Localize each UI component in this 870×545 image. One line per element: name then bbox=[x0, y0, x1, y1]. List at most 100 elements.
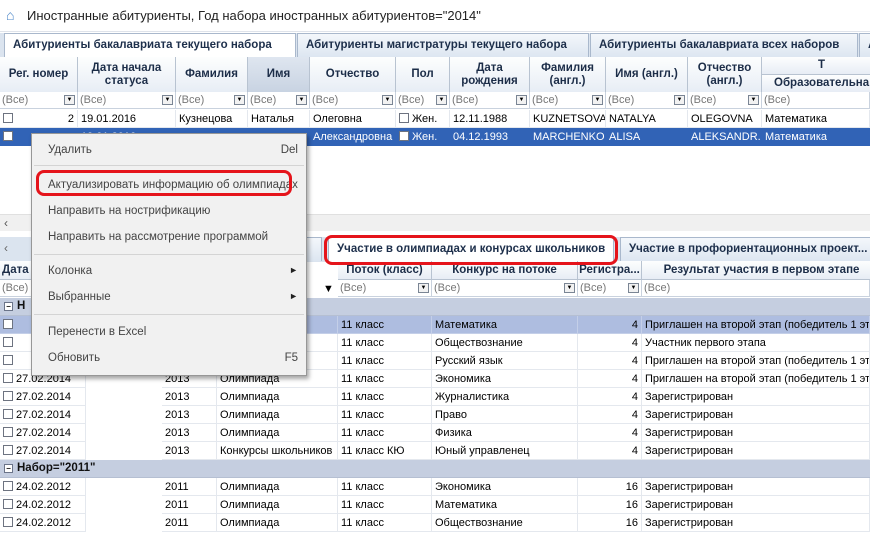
table-row[interactable]: 27.02.2014 2013 Олимпиада 11 класс Физика 4 За… bbox=[0, 424, 870, 442]
col-header-result[interactable]: Результат участия в первом этапе bbox=[642, 261, 870, 280]
col-header-group-top[interactable]: Т bbox=[762, 57, 870, 75]
table-row[interactable]: 2 19.01.2016 Кузнецова Наталья Олеговна … bbox=[0, 110, 870, 128]
col-header-education[interactable]: Образовательна bbox=[762, 75, 870, 93]
row-checkbox[interactable] bbox=[3, 427, 13, 437]
tab-more[interactable]: А bbox=[859, 33, 870, 57]
sex-checkbox[interactable] bbox=[399, 131, 409, 141]
cell-text: Приглашен на второй этап (победитель 1 э… bbox=[645, 355, 870, 367]
row-checkbox[interactable] bbox=[3, 373, 13, 383]
header-label: Отчество bbox=[325, 68, 380, 80]
filter-dropdown-icon[interactable]: ▼ bbox=[674, 95, 685, 105]
last-name-en-cell: KUZNETSOVA bbox=[530, 110, 606, 128]
filter-dropdown-icon[interactable]: ▼ bbox=[323, 283, 334, 295]
filter-cell[interactable]: (Все) bbox=[762, 92, 870, 109]
filter-cell[interactable]: (Все) ▼ bbox=[176, 92, 248, 109]
collapse-icon[interactable]: − bbox=[4, 464, 13, 473]
tab-scroll-left-icon[interactable]: ‹ bbox=[4, 241, 8, 255]
filter-dropdown-icon[interactable]: ▼ bbox=[418, 283, 429, 293]
filter-cell[interactable]: (Все) ▼ bbox=[450, 92, 530, 109]
menu-item-delete[interactable]: Удалить Del bbox=[32, 138, 306, 162]
col-header-first-name[interactable]: Имя bbox=[248, 57, 310, 93]
row-checkbox[interactable] bbox=[3, 319, 13, 329]
cell-text: 11 класс bbox=[341, 373, 384, 385]
filter-cell[interactable]: (Все) ▼ bbox=[78, 92, 176, 109]
filter-dropdown-icon[interactable]: ▼ bbox=[628, 283, 639, 293]
row-checkbox[interactable] bbox=[3, 481, 13, 491]
filter-cell[interactable]: (Все) ▼ bbox=[396, 92, 450, 109]
row-checkbox[interactable] bbox=[3, 445, 13, 455]
group-row[interactable]: − Набор="2011" bbox=[0, 460, 870, 478]
filter-cell[interactable]: (Все) bbox=[642, 280, 870, 297]
table-row[interactable]: 27.02.2014 2013 Олимпиада 11 класс Журналист… bbox=[0, 388, 870, 406]
row-checkbox[interactable] bbox=[3, 337, 13, 347]
filter-dropdown-icon[interactable]: ▼ bbox=[64, 95, 75, 105]
col-header-middle-name-en[interactable]: Отчество (англ.) bbox=[688, 57, 762, 93]
tab-bachelor-all[interactable]: Абитуриенты бакалавриата всех наборов bbox=[590, 33, 858, 57]
menu-item-column[interactable]: Колонка ► bbox=[32, 259, 306, 283]
filter-dropdown-icon[interactable]: ▼ bbox=[296, 95, 307, 105]
filter-cell[interactable]: (Все) ▼ bbox=[0, 92, 78, 109]
collapse-icon[interactable]: − bbox=[4, 302, 13, 311]
col-header-reg-number[interactable]: Рег. номер bbox=[0, 57, 78, 93]
filter-dropdown-icon[interactable]: ▼ bbox=[382, 95, 393, 105]
row-checkbox[interactable] bbox=[3, 113, 13, 123]
table-row[interactable]: 27.02.2014 2013 Конкурсы школьников 11 клас… bbox=[0, 442, 870, 460]
row-checkbox[interactable] bbox=[3, 355, 13, 365]
menu-item-nostrification[interactable]: Направить на нострификацию bbox=[32, 199, 306, 223]
cell-text: 11 класс bbox=[341, 391, 384, 403]
cell-text: 4 bbox=[631, 427, 638, 439]
filter-cell[interactable]: (Все) ▼ bbox=[688, 92, 762, 109]
filter-cell[interactable]: (Все) ▼ bbox=[432, 280, 578, 297]
tab-bachelor-current[interactable]: Абитуриенты бакалавриата текущего набора bbox=[4, 33, 296, 58]
filter-text: (Все) bbox=[690, 94, 717, 106]
cell-text: Журналистика bbox=[435, 391, 510, 403]
cell-text: 2013 bbox=[165, 427, 190, 439]
table-row[interactable]: 24.02.2012 2011 Олимпиада 11 класс Обществоз… bbox=[0, 514, 870, 532]
table-row[interactable]: 24.02.2012 2011 Олимпиада 11 класс Экономика… bbox=[0, 478, 870, 496]
menu-label: Обновить bbox=[48, 352, 101, 364]
filter-cell[interactable]: (Все) ▼ bbox=[248, 92, 310, 109]
menu-item-export-excel[interactable]: Перенести в Excel bbox=[32, 320, 306, 344]
cls-cell: 11 класс bbox=[338, 406, 432, 424]
row-checkbox[interactable] bbox=[3, 391, 13, 401]
filter-dropdown-icon[interactable]: ▼ bbox=[564, 283, 575, 293]
filter-cell[interactable]: (Все) ▼ bbox=[310, 92, 396, 109]
table-row[interactable]: 27.02.2014 2013 Олимпиада 11 класс Право 4 Зар… bbox=[0, 406, 870, 424]
table-row[interactable]: 24.02.2012 2011 Олимпиада 11 класс Математик… bbox=[0, 496, 870, 514]
filter-dropdown-icon[interactable]: ▼ bbox=[748, 95, 759, 105]
row-checkbox[interactable] bbox=[3, 131, 13, 141]
filter-dropdown-icon[interactable]: ▼ bbox=[592, 95, 603, 105]
filter-dropdown-icon[interactable]: ▼ bbox=[436, 95, 447, 105]
subj-cell: Обществознание bbox=[432, 514, 578, 532]
sex-checkbox[interactable] bbox=[399, 113, 409, 123]
first-name-en-cell: NATALYA bbox=[606, 110, 688, 128]
cell-text: 2 bbox=[67, 113, 74, 125]
row-checkbox[interactable] bbox=[3, 499, 13, 509]
col-header-last-name[interactable]: Фамилия bbox=[176, 57, 248, 93]
menu-item-refresh[interactable]: Обновить F5 bbox=[32, 346, 306, 370]
first-name-en-cell: ALISA bbox=[606, 128, 688, 146]
filter-cell[interactable]: (Все) ▼ bbox=[530, 92, 606, 109]
filter-dropdown-icon[interactable]: ▼ bbox=[162, 95, 173, 105]
col-header-first-name-en[interactable]: Имя (англ.) bbox=[606, 57, 688, 93]
filter-cell[interactable]: (Все) ▼ bbox=[338, 280, 432, 297]
filter-dropdown-icon[interactable]: ▼ bbox=[234, 95, 245, 105]
col-header-last-name-en[interactable]: Фамилия (англ.) bbox=[530, 57, 606, 93]
col-header-sex[interactable]: Пол bbox=[396, 57, 450, 93]
col-header-birth-date[interactable]: Дата рождения bbox=[450, 57, 530, 93]
filter-cell[interactable]: (Все) ▼ bbox=[578, 280, 642, 297]
menu-item-program-review[interactable]: Направить на рассмотрение программой bbox=[32, 225, 306, 249]
tab-master-current[interactable]: Абитуриенты магистратуры текущего набора bbox=[297, 33, 589, 57]
col-header-middle-name[interactable]: Отчество bbox=[310, 57, 396, 93]
filter-cell[interactable]: (Все) ▼ bbox=[606, 92, 688, 109]
date-cell: 24.02.2012 bbox=[0, 496, 86, 514]
scroll-left-icon[interactable]: ‹ bbox=[4, 216, 8, 230]
tab-career-projects[interactable]: Участие в профориентационных проект... bbox=[620, 237, 870, 261]
filter-dropdown-icon[interactable]: ▼ bbox=[516, 95, 527, 105]
row-checkbox[interactable] bbox=[3, 409, 13, 419]
col-header-status-date[interactable]: Дата начала статуса bbox=[78, 57, 176, 93]
row-checkbox[interactable] bbox=[3, 517, 13, 527]
subj-cell: Юный управленец bbox=[432, 442, 578, 460]
cls-cell: 11 класс bbox=[338, 496, 432, 514]
menu-item-selected[interactable]: Выбранные ► bbox=[32, 285, 306, 309]
